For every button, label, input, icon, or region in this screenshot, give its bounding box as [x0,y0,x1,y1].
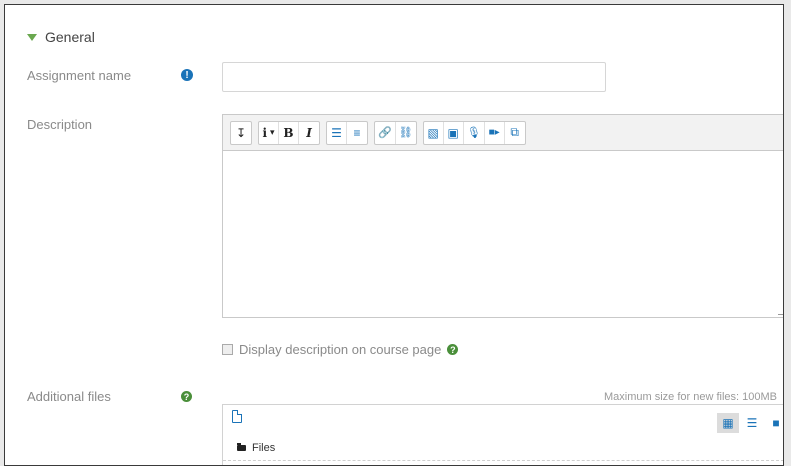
question-icon[interactable]: ? [447,344,459,355]
media-icon[interactable]: ▣ [444,121,464,144]
drop-zone-border [223,460,783,461]
add-file-icon[interactable] [232,410,242,423]
assignment-name-label: Assignment name [27,68,132,83]
unlink-icon[interactable]: ⛓ [396,122,416,144]
folder-icon [237,443,246,451]
ordered-list-icon[interactable]: ≡ [347,122,367,144]
file-manager: ▦ ☰ ■ Files [222,404,783,465]
display-description-row: Display description on course page ? [222,342,459,357]
description-textarea[interactable] [223,151,783,317]
exclamation-icon[interactable]: ! [181,69,193,81]
list-view-icon[interactable]: ☰ [741,413,763,433]
question-icon[interactable]: ? [181,391,192,402]
section-title: General [45,29,95,45]
resize-handle-icon[interactable] [778,306,783,315]
assignment-form: General Assignment name ! Description ↧ … [4,4,784,466]
description-editor: ↧ i ▾ B I ☰ ≡ 🔗 ⛓ ▧ ▣ 🎙 ■▸ ⧉ [222,114,783,318]
video-camera-icon[interactable]: ■▸ [485,121,505,144]
toolbar-toggle-icon[interactable]: ↧ [231,122,251,144]
additional-files-label: Additional files [27,389,111,404]
italic-button[interactable]: I [299,122,319,144]
copy-icon[interactable]: ⧉ [505,122,525,144]
folder-label: Files [252,442,276,454]
paragraph-style-icon: i [262,125,268,140]
link-icon[interactable]: 🔗 [375,121,396,144]
display-description-label[interactable]: Display description on course page [239,342,441,357]
tree-view-icon[interactable]: ■ [765,413,783,433]
unordered-list-icon[interactable]: ☰ [327,121,347,144]
chevron-down-icon: ▾ [270,127,275,138]
grid-view-icon[interactable]: ▦ [717,413,739,433]
image-icon[interactable]: ▧ [424,121,444,144]
bold-button[interactable]: B [279,121,299,144]
description-label: Description [27,117,93,132]
display-description-checkbox[interactable] [222,344,233,355]
max-file-size-text: Maximum size for new files: 100MB [604,391,777,403]
files-folder-row[interactable]: Files [237,442,275,454]
paragraph-style-button[interactable]: i ▾ [259,121,279,144]
view-switcher: ▦ ☰ ■ [717,413,783,433]
section-general-toggle[interactable]: General [27,27,95,47]
editor-toolbar: ↧ i ▾ B I ☰ ≡ 🔗 ⛓ ▧ ▣ 🎙 ■▸ ⧉ [223,115,783,151]
expand-triangle-icon [27,33,37,41]
assignment-name-input[interactable] [222,62,606,92]
microphone-icon[interactable]: 🎙 [464,121,485,144]
